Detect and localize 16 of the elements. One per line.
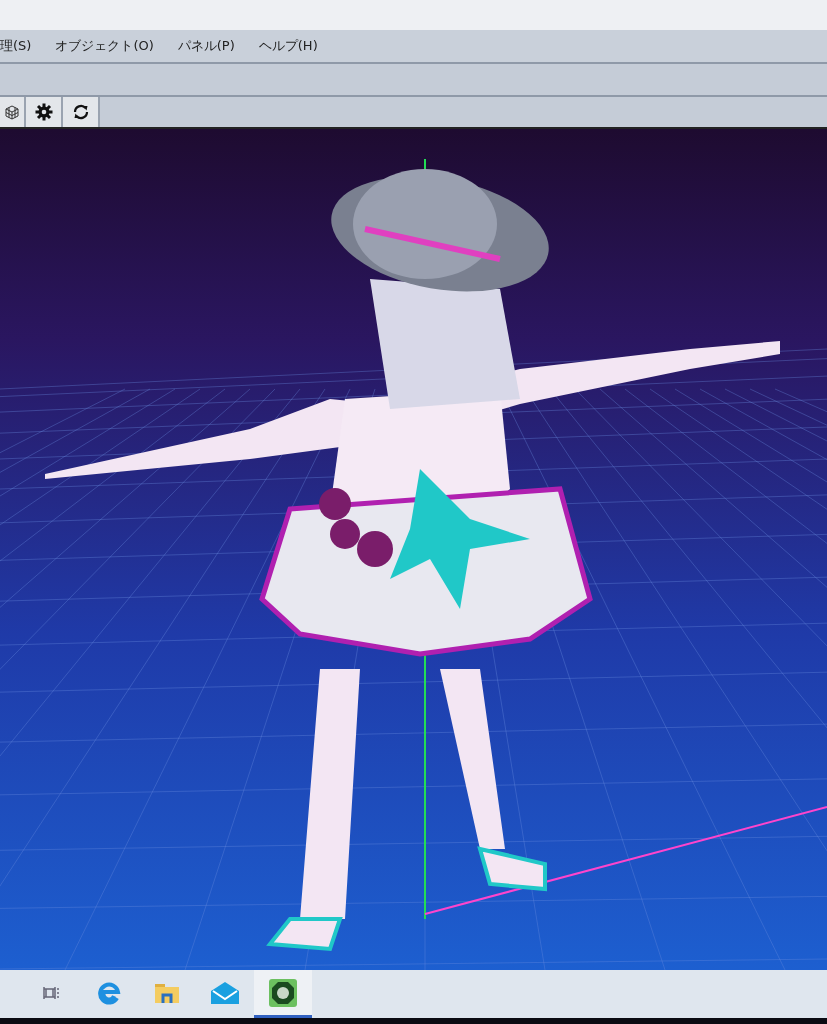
cube-grid-icon: [4, 104, 20, 120]
menu-item[interactable]: ヘルプ(H): [246, 37, 330, 55]
3d-viewport[interactable]: [0, 129, 827, 970]
menu-item[interactable]: 理(S): [0, 37, 44, 55]
refresh-button[interactable]: [63, 97, 100, 127]
cube-grid-button[interactable]: [0, 97, 26, 127]
folder-icon: [154, 981, 180, 1004]
envelope-icon: [210, 980, 240, 1005]
menu-item[interactable]: パネル(P): [165, 37, 247, 55]
octagon-icon: [269, 978, 297, 1007]
browser-icon: [97, 980, 121, 1005]
menu-item[interactable]: オブジェクト(O): [43, 37, 166, 55]
taskbar-app[interactable]: [254, 970, 312, 1018]
settings-button[interactable]: [26, 97, 63, 127]
refresh-icon: [71, 103, 90, 121]
settings-icon: [34, 103, 53, 121]
